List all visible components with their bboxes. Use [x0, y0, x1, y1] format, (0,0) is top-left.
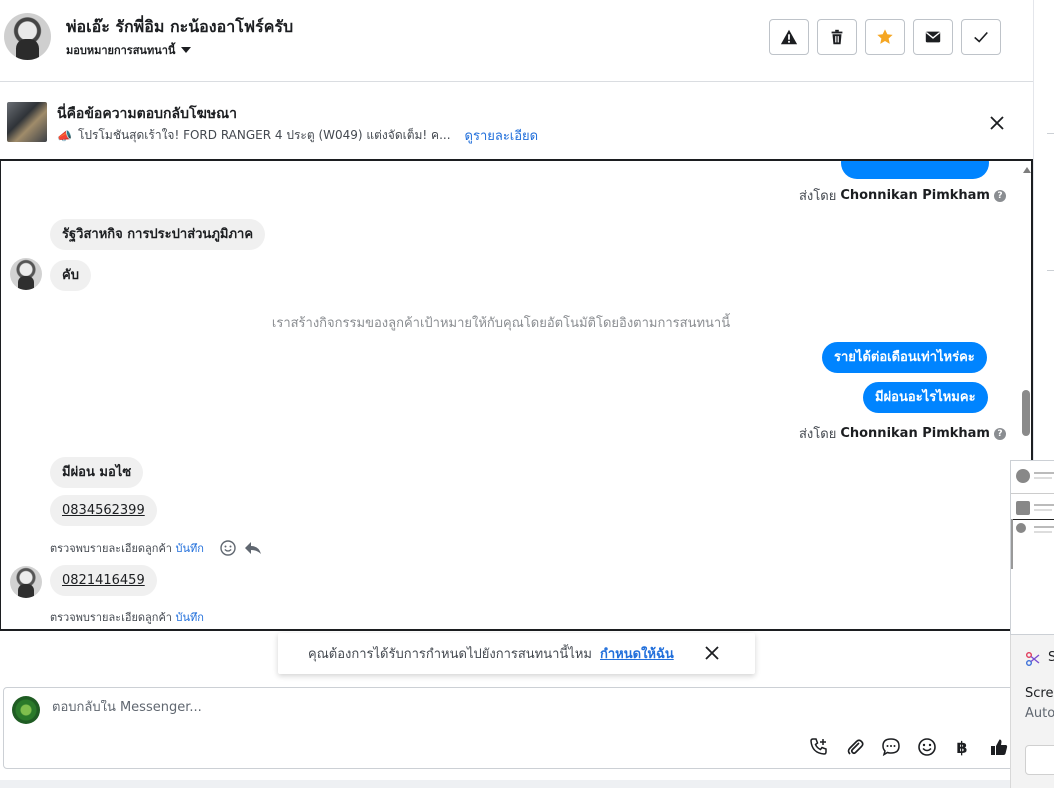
close-reminder-button[interactable]	[702, 643, 722, 663]
ad-description-text: โปรโมชันสุดเร้าใจ! FORD RANGER 4 ประตู (…	[77, 128, 451, 142]
phone-number[interactable]: 0834562399	[62, 503, 145, 518]
caret-down-icon	[181, 47, 192, 53]
react-emoji-icon[interactable]	[220, 540, 236, 556]
sent-by-prefix: ส่งโดย	[799, 427, 837, 442]
sent-by-prefix: ส่งโดย	[799, 189, 837, 204]
reminder-text: คุณต้องการได้รับการกำหนดไปยังการสนทนานี้…	[308, 647, 592, 662]
contact-avatar-small	[10, 258, 42, 290]
help-icon[interactable]: ?	[993, 427, 1006, 440]
close-icon	[990, 116, 1004, 130]
star-icon	[877, 29, 893, 44]
outgoing-message[interactable]: มีผ่อนอะไรไหมคะ	[863, 382, 988, 413]
ad-thumbnail[interactable]	[7, 102, 47, 142]
screenshot-thumbnail-preview[interactable]	[1010, 460, 1054, 635]
contact-avatar-small	[10, 566, 42, 598]
call-button[interactable]	[808, 736, 830, 758]
warning-icon	[780, 29, 798, 45]
ad-reply-banner: นี่คือข้อความตอบกลับโฆษณา 📣 โปรโมชันสุดเ…	[0, 82, 1033, 161]
trash-icon	[831, 29, 843, 45]
system-note: เราสร้างกิจกรรมของลูกค้าเป้าหมายให้กับคุ…	[271, 316, 731, 331]
detected-text: ตรวจพบรายละเอียดลูกค้า	[50, 542, 172, 555]
conversation-panel: พ่อเอ๊ะ รักพี่อิม กะน้องอาโฟร์ครับ มอบหม…	[0, 0, 1033, 788]
scroll-thumb[interactable]	[1022, 390, 1030, 436]
side-divider	[1047, 270, 1054, 271]
ad-details-link[interactable]: ดูรายละเอียด	[465, 125, 539, 146]
outgoing-message-partial[interactable]	[841, 161, 989, 179]
agent-name: Chonnikan Pimkham	[840, 426, 990, 441]
message-list[interactable]: ส่งโดย Chonnikan Pimkham ? รัฐวิสาหกิจ ก…	[0, 161, 1033, 631]
detected-details-label: ตรวจพบรายละเอียดลูกค้า บันทึก	[50, 608, 204, 626]
phone-plus-icon	[810, 738, 827, 755]
help-icon[interactable]: ?	[993, 189, 1006, 202]
phone-number[interactable]: 0821416459	[62, 573, 145, 588]
payment-button[interactable]: ฿	[951, 736, 973, 758]
close-ad-banner-button[interactable]	[986, 112, 1008, 134]
outgoing-message[interactable]: รายได้ต่อเดือนเท่าไหร่คะ	[822, 342, 987, 373]
ad-description: 📣 โปรโมชันสุดเร้าใจ! FORD RANGER 4 ประตู…	[57, 125, 538, 146]
bottom-strip	[0, 780, 1033, 788]
reply-input[interactable]	[52, 700, 752, 715]
emoji-icon	[918, 738, 936, 756]
save-details-link[interactable]: บันทึก	[175, 542, 203, 555]
delete-button[interactable]	[817, 19, 857, 55]
ad-banner-title: นี่คือข้อความตอบกลับโฆษณา	[57, 106, 237, 122]
message-composer: ฿	[3, 687, 1033, 769]
reply-icon[interactable]	[244, 540, 262, 556]
thumbs-up-icon	[991, 739, 1008, 755]
check-icon	[974, 31, 988, 43]
incoming-message-phone[interactable]: 0821416459	[50, 565, 157, 596]
snip-title: S	[1048, 650, 1054, 665]
snip-tool-icon	[1026, 652, 1040, 666]
attach-button[interactable]	[844, 736, 866, 758]
snipping-tool-notification[interactable]: S Scree Auto	[1010, 635, 1054, 788]
conversation-header: พ่อเอ๊ะ รักพี่อิม กะน้องอาโฟร์ครับ มอบหม…	[0, 0, 1033, 82]
baht-icon: ฿	[956, 737, 968, 757]
assign-label: มอบหมายการสนทนานี้	[66, 44, 176, 57]
close-icon	[705, 646, 719, 660]
mark-spam-button[interactable]	[769, 19, 809, 55]
sent-by-label: ส่งโดย Chonnikan Pimkham ?	[799, 185, 1006, 206]
mark-done-button[interactable]	[961, 19, 1001, 55]
detected-text: ตรวจพบรายละเอียดลูกค้า	[50, 611, 172, 624]
scroll-up-arrow-icon[interactable]	[1023, 167, 1031, 173]
assign-conversation-dropdown[interactable]: มอบหมายการสนทนานี้	[66, 41, 192, 59]
sent-by-label: ส่งโดย Chonnikan Pimkham ?	[799, 423, 1006, 444]
chat-bubble-icon	[882, 738, 900, 757]
emoji-button[interactable]	[916, 736, 938, 758]
like-button[interactable]	[988, 736, 1010, 758]
mark-unread-button[interactable]	[913, 19, 953, 55]
incoming-message[interactable]: คับ	[50, 260, 91, 291]
incoming-message[interactable]: รัฐวิสาหกิจ การประปาส่วนภูมิภาค	[50, 219, 266, 250]
incoming-message[interactable]: มีผ่อน มอไซ	[50, 457, 144, 488]
page-avatar	[12, 696, 40, 724]
snip-action-button[interactable]	[1025, 745, 1054, 775]
envelope-icon	[925, 31, 941, 43]
paperclip-icon	[847, 739, 864, 755]
assign-to-me-link[interactable]: กำหนดให้ฉัน	[600, 643, 674, 664]
contact-name[interactable]: พ่อเอ๊ะ รักพี่อิม กะน้องอาโฟร์ครับ	[66, 15, 293, 40]
detected-details-label: ตรวจพบรายละเอียดลูกค้า บันทึก	[50, 539, 204, 557]
snip-line2: Auto	[1025, 706, 1054, 721]
side-divider	[1047, 133, 1054, 134]
star-button[interactable]	[865, 19, 905, 55]
incoming-message-phone[interactable]: 0834562399	[50, 495, 157, 526]
assign-reminder-toast: คุณต้องการได้รับการกำหนดไปยังการสนทนานี้…	[278, 633, 755, 674]
message-actions	[220, 540, 262, 556]
megaphone-icon: 📣	[57, 128, 72, 143]
saved-replies-button[interactable]	[880, 736, 902, 758]
agent-name: Chonnikan Pimkham	[840, 188, 990, 203]
save-details-link[interactable]: บันทึก	[175, 611, 203, 624]
snip-line1: Scree	[1025, 686, 1054, 701]
contact-avatar[interactable]	[4, 13, 51, 60]
